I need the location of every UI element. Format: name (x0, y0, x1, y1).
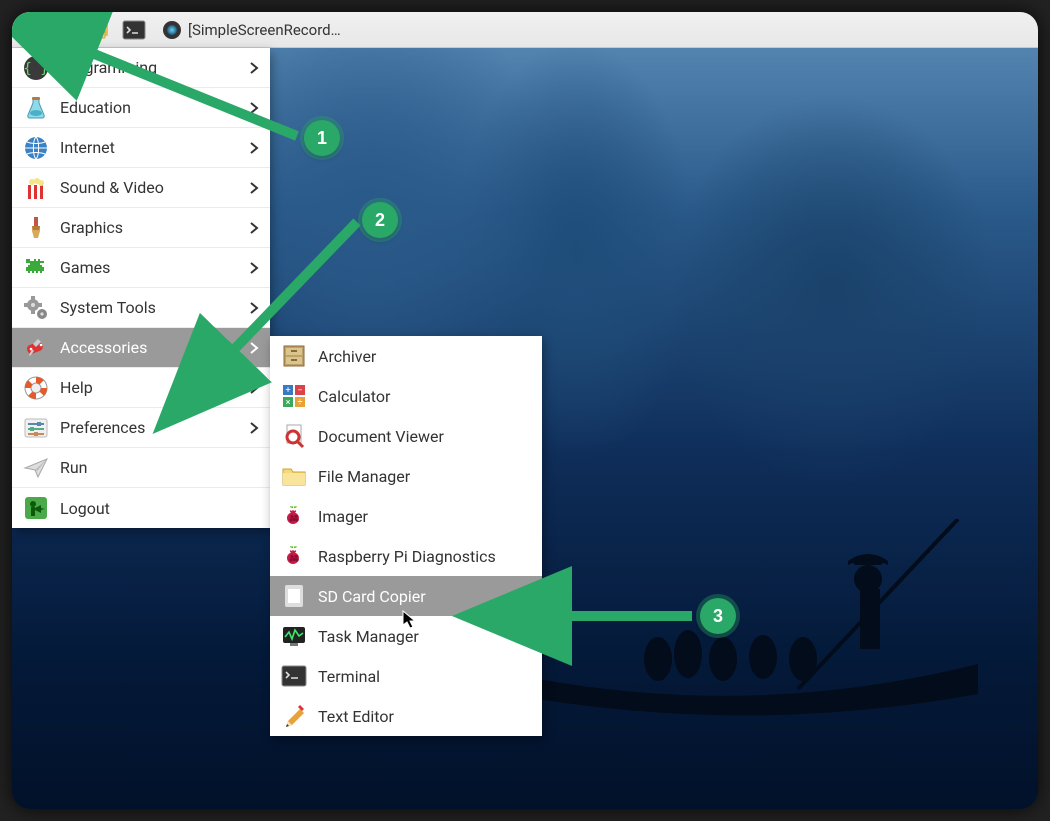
mouse-cursor (402, 610, 418, 630)
menu-item-label: Games (60, 258, 110, 277)
raspberry-icon (280, 542, 308, 570)
taskbar-app-title: [SimpleScreenRecord… (188, 21, 341, 39)
menu-item-label: Run (60, 458, 88, 477)
submenu-item-raspberry-pi-diagnostics[interactable]: Raspberry Pi Diagnostics (270, 536, 542, 576)
science-flask-icon (22, 94, 50, 122)
menu-item-help[interactable]: Help (12, 368, 270, 408)
paperplane-icon (22, 454, 50, 482)
menu-item-games[interactable]: Games (12, 248, 270, 288)
menu-item-label: System Tools (60, 298, 156, 317)
menu-item-label: Sound & Video (60, 178, 164, 197)
menu-item-label: Programming (60, 58, 157, 77)
chevron-right-icon (248, 142, 260, 154)
chevron-right-icon (248, 102, 260, 114)
recorder-app-icon (162, 20, 182, 40)
browser-launcher[interactable] (52, 16, 80, 44)
screenshot-frame: [SimpleScreenRecord… { } Programming Educa… (12, 12, 1038, 809)
submenu-item-file-manager[interactable]: File Manager (270, 456, 542, 496)
swiss-knife-icon (22, 334, 50, 362)
submenu-item-imager[interactable]: Imager (270, 496, 542, 536)
menu-item-graphics[interactable]: Graphics (12, 208, 270, 248)
menu-item-accessories[interactable]: Accessories (12, 328, 270, 368)
menu-item-education[interactable]: Education (12, 88, 270, 128)
submenu-item-text-editor[interactable]: Text Editor (270, 696, 542, 736)
submenu-item-label: Archiver (318, 347, 376, 366)
menu-item-label: Preferences (60, 418, 145, 437)
submenu-item-label: Calculator (318, 387, 390, 406)
svg-text:−: − (297, 386, 302, 396)
menu-item-label: Accessories (60, 338, 147, 357)
start-menu-button[interactable] (18, 16, 46, 44)
menu-item-sound-video[interactable]: Sound & Video (12, 168, 270, 208)
globe-icon (22, 134, 50, 162)
submenu-item-label: Raspberry Pi Diagnostics (318, 547, 496, 566)
menu-item-internet[interactable]: Internet (12, 128, 270, 168)
taskbar-app-entry[interactable]: [SimpleScreenRecord… (154, 16, 349, 44)
taskbar: [SimpleScreenRecord… (12, 12, 1038, 48)
folder-icon (280, 462, 308, 490)
menu-item-label: Education (60, 98, 131, 117)
chevron-right-icon (248, 422, 260, 434)
exit-icon (22, 494, 50, 522)
terminal-icon (280, 662, 308, 690)
gears-icon (22, 294, 50, 322)
paintbrush-icon (22, 214, 50, 242)
wallpaper-silhouette (518, 519, 998, 719)
menu-item-label: Graphics (60, 218, 123, 237)
submenu-item-label: Terminal (318, 667, 380, 686)
monitor-wave-icon (280, 622, 308, 650)
submenu-item-archiver[interactable]: Archiver (270, 336, 542, 376)
terminal-launcher[interactable] (120, 16, 148, 44)
menu-item-system-tools[interactable]: System Tools (12, 288, 270, 328)
terminal-icon (122, 20, 146, 40)
submenu-item-calculator[interactable]: +−× ÷ Calculator (270, 376, 542, 416)
submenu-item-document-viewer[interactable]: Document Viewer (270, 416, 542, 456)
globe-icon (54, 18, 78, 42)
sliders-icon (22, 414, 50, 442)
accessories-submenu: Archiver +−× ÷ Calculator Document Viewer Fil… (270, 336, 542, 736)
raspberry-icon (20, 18, 44, 42)
menu-item-preferences[interactable]: Preferences (12, 408, 270, 448)
menu-item-programming[interactable]: { } Programming (12, 48, 270, 88)
svg-text:+: + (285, 386, 290, 396)
chevron-right-icon (248, 342, 260, 354)
submenu-item-label: Document Viewer (318, 427, 444, 446)
chevron-right-icon (248, 302, 260, 314)
svg-text:{ }: { } (23, 61, 48, 77)
sdcard-icon (280, 582, 308, 610)
space-invader-icon (22, 254, 50, 282)
menu-item-label: Logout (60, 499, 110, 518)
raspberry-icon (280, 502, 308, 530)
code-braces-icon: { } (22, 54, 50, 82)
cabinet-icon (280, 342, 308, 370)
menu-item-logout[interactable]: Logout (12, 488, 270, 528)
chevron-right-icon (248, 382, 260, 394)
lifebuoy-icon (22, 374, 50, 402)
pencil-icon (280, 702, 308, 730)
chevron-right-icon (248, 262, 260, 274)
menu-item-label: Internet (60, 138, 115, 157)
svg-text:×: × (286, 398, 291, 408)
chevron-right-icon (248, 222, 260, 234)
chevron-right-icon (248, 62, 260, 74)
submenu-item-terminal[interactable]: Terminal (270, 656, 542, 696)
submenu-item-label: Text Editor (318, 707, 394, 726)
popcorn-icon (22, 174, 50, 202)
menu-item-label: Help (60, 378, 93, 397)
submenu-item-label: File Manager (318, 467, 410, 486)
svg-text:÷: ÷ (297, 398, 302, 408)
folders-icon (88, 20, 112, 40)
calculator-icon: +−× ÷ (280, 382, 308, 410)
submenu-item-label: Imager (318, 507, 368, 526)
menu-item-run[interactable]: Run (12, 448, 270, 488)
chevron-right-icon (248, 182, 260, 194)
submenu-item-label: SD Card Copier (318, 587, 426, 606)
magnifier-doc-icon (280, 422, 308, 450)
start-menu: { } Programming Education Internet Sound & V… (12, 48, 270, 528)
file-manager-launcher[interactable] (86, 16, 114, 44)
